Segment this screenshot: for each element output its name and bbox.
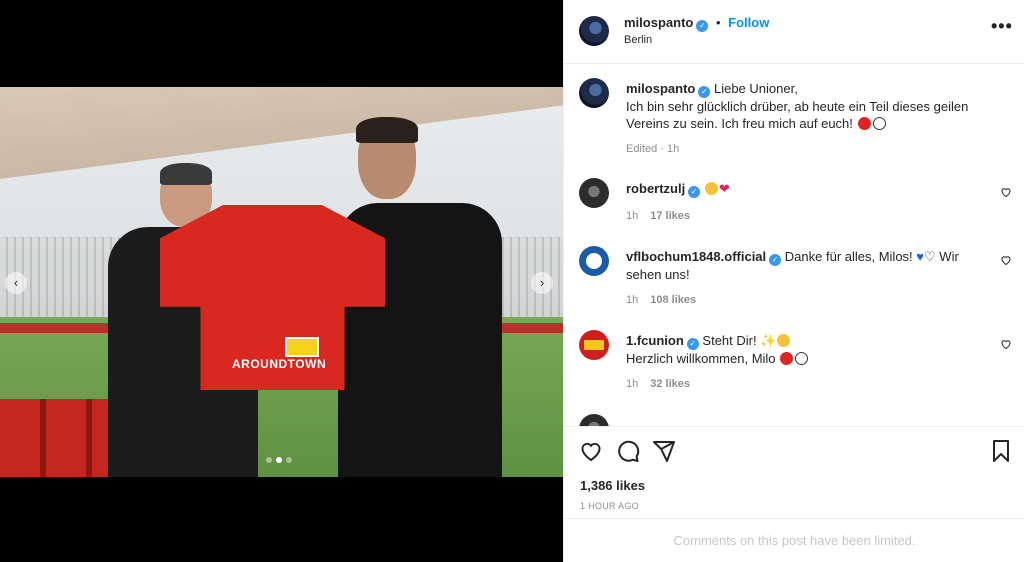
verified-badge-icon: ✓ xyxy=(769,254,782,266)
verified-badge-icon: ✓ xyxy=(686,338,699,350)
comment-like-icon[interactable] xyxy=(1000,338,1012,350)
likes-count[interactable]: 1,386 likes xyxy=(580,478,645,493)
caption-line3: Vereins zu sein. Ich freu mich auf euch! xyxy=(626,116,853,131)
comment-username[interactable]: vflbochum1848.official xyxy=(626,249,766,264)
post-timestamp[interactable]: 1 HOUR AGO xyxy=(580,501,639,511)
comment-text-line1: Steht Dir! xyxy=(702,333,757,348)
comment-username[interactable]: 1.fcunion xyxy=(626,333,684,348)
comment-item-partial xyxy=(564,414,1024,426)
verified-badge-icon: ✓ xyxy=(696,20,709,32)
commenter-avatar[interactable] xyxy=(579,414,609,426)
commenter-avatar[interactable] xyxy=(579,178,609,208)
blue-heart-emoji: ♥ xyxy=(916,249,925,264)
verified-badge-icon: ✓ xyxy=(688,186,701,198)
follow-button[interactable]: Follow xyxy=(728,15,769,30)
caption-avatar[interactable] xyxy=(579,78,609,108)
comment-icon[interactable] xyxy=(616,439,640,463)
post-location[interactable]: Berlin xyxy=(624,34,652,46)
comment-text-line2: sehen uns! xyxy=(626,267,690,282)
comments-list: milospanto ✓ Liebe Unioner, Ich bin sehr … xyxy=(564,64,1024,426)
caption-username[interactable]: milospanto xyxy=(626,81,695,96)
verified-badge-icon: ✓ xyxy=(698,86,711,98)
post-media-area: AROUNDTOWN ‹ › xyxy=(0,0,563,562)
red-circle-emoji xyxy=(857,117,871,130)
dot-separator: • xyxy=(715,15,721,30)
carousel-dot xyxy=(286,457,292,463)
caption-text: milospanto ✓ Liebe Unioner, Ich bin sehr … xyxy=(626,80,976,132)
caption-meta: Edited · 1h xyxy=(626,143,680,155)
comment-time: 1h xyxy=(626,378,639,390)
comment-like-icon[interactable] xyxy=(1000,254,1012,266)
comment-text: 1.fcunion ✓ Steht Dir! ✨ Herzlich willkom… xyxy=(626,332,976,367)
caption-line1: Liebe Unioner, xyxy=(713,81,798,96)
comment-meta: 1h 32 likes xyxy=(626,378,690,390)
comment-likes[interactable]: 17 likes xyxy=(650,210,690,222)
comment-text-line1: Danke für alles, Milos! xyxy=(784,249,913,264)
comment-time: 1h xyxy=(626,210,639,222)
comment-meta: 1h 108 likes xyxy=(626,294,696,306)
author-avatar[interactable] xyxy=(579,16,609,46)
carousel-dot-active xyxy=(276,457,282,463)
comment-item: 1.fcunion ✓ Steht Dir! ✨ Herzlich willkom… xyxy=(564,330,1024,400)
post-caption: milospanto ✓ Liebe Unioner, Ich bin sehr … xyxy=(564,78,1024,173)
more-options-icon[interactable]: ••• xyxy=(991,16,1013,37)
comment-likes[interactable]: 108 likes xyxy=(650,294,696,306)
post-header: milospanto ✓ • Follow Berlin ••• xyxy=(564,0,1024,64)
carousel-dot xyxy=(266,457,272,463)
red-circle-emoji xyxy=(780,352,794,365)
comment-text-line2: Herzlich willkommen, Milo xyxy=(626,351,776,366)
comment-like-icon[interactable] xyxy=(1000,186,1012,198)
white-heart-emoji: ♡ xyxy=(924,249,936,264)
commenter-avatar[interactable] xyxy=(579,330,609,360)
like-heart-icon[interactable] xyxy=(579,439,603,463)
comment-text: robertzulj ✓ ❤ xyxy=(626,180,976,198)
white-circle-emoji xyxy=(872,117,886,130)
previous-photo-button[interactable]: ‹ xyxy=(5,272,27,294)
bookmark-icon[interactable] xyxy=(989,439,1013,463)
author-row: milospanto ✓ • Follow xyxy=(624,15,769,32)
comment-item: vflbochum1848.official ✓ Danke für alles,… xyxy=(564,246,1024,316)
comment-text: vflbochum1848.official ✓ Danke für alles,… xyxy=(626,248,976,283)
carousel-dots xyxy=(266,457,292,463)
author-username[interactable]: milospanto xyxy=(624,15,693,30)
sparkles-emoji: ✨ xyxy=(760,333,777,348)
next-photo-button[interactable]: › xyxy=(531,272,553,294)
club-crest xyxy=(285,337,319,357)
comment-item: robertzulj ✓ ❤ 1h 17 likes xyxy=(564,178,1024,238)
caption-line2: Ich bin sehr glücklich drüber, ab heute … xyxy=(626,99,969,114)
share-icon[interactable] xyxy=(652,439,676,463)
commenter-avatar[interactable] xyxy=(579,246,609,276)
comment-text-line1b: Wir xyxy=(939,249,959,264)
white-circle-emoji xyxy=(795,352,809,365)
jersey-sponsor-text: AROUNDTOWN xyxy=(232,357,327,371)
comments-limited-notice: Comments on this post have been limited. xyxy=(564,518,1024,562)
comment-username[interactable]: robertzulj xyxy=(626,181,685,196)
post-actions: 1,386 likes 1 HOUR AGO xyxy=(564,426,1024,518)
post-panel: milospanto ✓ • Follow Berlin ••• milospan… xyxy=(563,0,1024,562)
comment-likes[interactable]: 32 likes xyxy=(650,378,690,390)
red-heart-emoji: ❤ xyxy=(718,181,730,196)
smiling-face-emoji xyxy=(777,334,791,347)
comment-time: 1h xyxy=(626,294,639,306)
heart-eyes-emoji xyxy=(704,182,718,195)
comment-meta: 1h 17 likes xyxy=(626,210,690,222)
